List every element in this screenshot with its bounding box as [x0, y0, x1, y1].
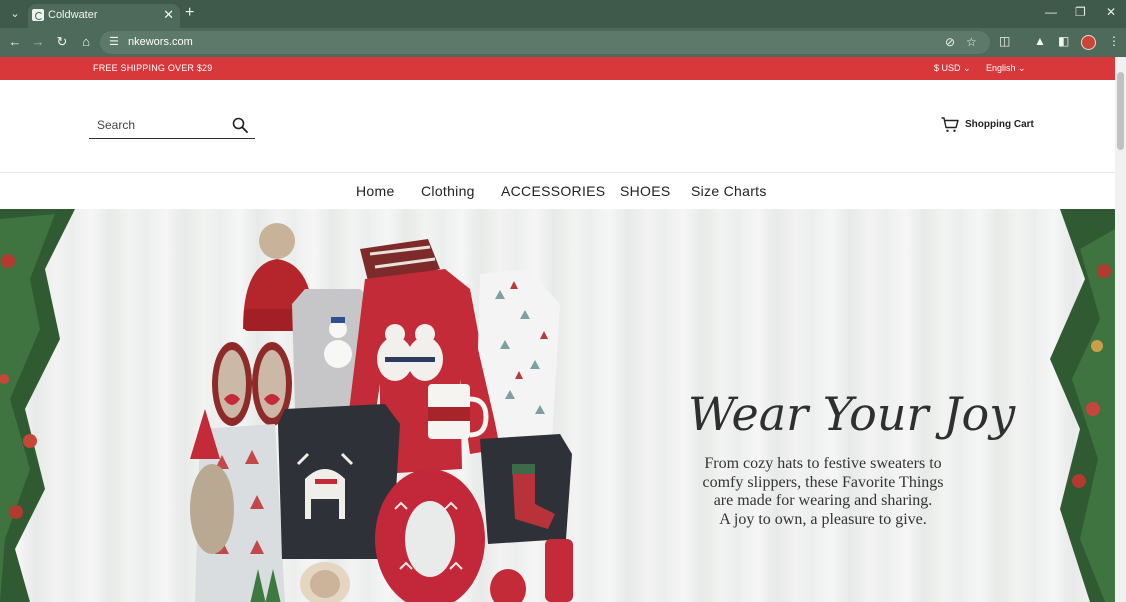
- search-icon[interactable]: [232, 117, 248, 133]
- hero-body: From cozy hats to festive sweaters to co…: [688, 455, 958, 530]
- free-shipping-text: FREE SHIPPING OVER $29: [93, 63, 213, 73]
- minimize-button[interactable]: —: [1045, 5, 1057, 19]
- menu-item-shoes[interactable]: SHOES: [620, 183, 671, 199]
- right-garland: [1050, 209, 1115, 602]
- cart-label: Shopping Cart: [965, 119, 1034, 130]
- currency-selector[interactable]: $ USD ⌄: [934, 63, 971, 74]
- tab-close-icon[interactable]: ✕: [163, 7, 174, 23]
- promo-bar: FREE SHIPPING OVER $29 $ USD ⌄ English ⌄: [0, 57, 1115, 80]
- page-scrollbar[interactable]: [1115, 57, 1126, 602]
- menu-item-accessories[interactable]: ACCESSORIES: [501, 183, 605, 199]
- browser-toolbar: ← → ↻ ⌂ ☰ nkewors.com ⊘ ☆ ◫ ▲ ◧ ⋮: [0, 28, 1126, 57]
- eye-off-icon[interactable]: ⊘: [945, 35, 955, 49]
- hero-body-line: comfy slippers, these Favorite Things: [702, 473, 944, 491]
- labs-icon[interactable]: ▲: [1034, 34, 1046, 48]
- search-input[interactable]: [97, 118, 227, 132]
- url-text[interactable]: nkewors.com: [128, 36, 193, 48]
- hero-body-line: A joy to own, a pleasure to give.: [719, 511, 927, 529]
- hero-title: Wear Your Joy: [688, 387, 1016, 441]
- back-icon[interactable]: ←: [6, 33, 24, 51]
- browser-tab[interactable]: Coldwater ✕: [28, 4, 180, 28]
- main-menu: Home Clothing ACCESSORIES SHOES Size Cha…: [0, 173, 1115, 209]
- menu-icon[interactable]: ⋮: [1108, 34, 1120, 48]
- search-box: [89, 114, 255, 139]
- forward-icon[interactable]: →: [29, 33, 47, 51]
- scrollbar-thumb[interactable]: [1117, 72, 1124, 150]
- slippers: [212, 342, 292, 426]
- tab-search-dropdown[interactable]: ⌄: [6, 5, 24, 23]
- profile-avatar[interactable]: [1081, 35, 1096, 50]
- star-icon[interactable]: ☆: [966, 35, 977, 49]
- menu-item-size-charts[interactable]: Size Charts: [691, 183, 767, 199]
- hero-body-line: are made for wearing and sharing.: [713, 492, 933, 510]
- cart-icon: [941, 117, 959, 132]
- left-garland: [0, 209, 75, 602]
- home-icon[interactable]: ⌂: [77, 33, 95, 51]
- site-info-icon[interactable]: ☰: [109, 35, 119, 48]
- web-page: FREE SHIPPING OVER $29 $ USD ⌄ English ⌄…: [0, 57, 1115, 602]
- tab-title: Coldwater: [48, 9, 98, 21]
- hero-body-line: From cozy hats to festive sweaters to: [704, 455, 942, 472]
- language-selector[interactable]: English ⌄: [986, 63, 1026, 74]
- stocking-sweater: [480, 434, 572, 544]
- address-bar[interactable]: ☰ nkewors.com ⊘ ☆: [100, 31, 990, 54]
- menu-item-home[interactable]: Home: [356, 183, 395, 199]
- reload-icon[interactable]: ↻: [53, 33, 71, 51]
- window-close-button[interactable]: ✕: [1106, 5, 1116, 19]
- menu-item-clothing[interactable]: Clothing: [421, 183, 475, 199]
- hero-banner[interactable]: Wear Your Joy From cozy hats to festive …: [0, 209, 1115, 602]
- new-tab-button[interactable]: +: [185, 4, 194, 22]
- browser-tab-strip: ⌄ Coldwater ✕ + — ❐ ✕: [0, 0, 1126, 28]
- site-favicon-icon: [32, 9, 44, 21]
- extensions-icon[interactable]: ◫: [999, 34, 1010, 48]
- restore-button[interactable]: ❐: [1075, 5, 1086, 19]
- side-panel-icon[interactable]: ◧: [1058, 34, 1069, 48]
